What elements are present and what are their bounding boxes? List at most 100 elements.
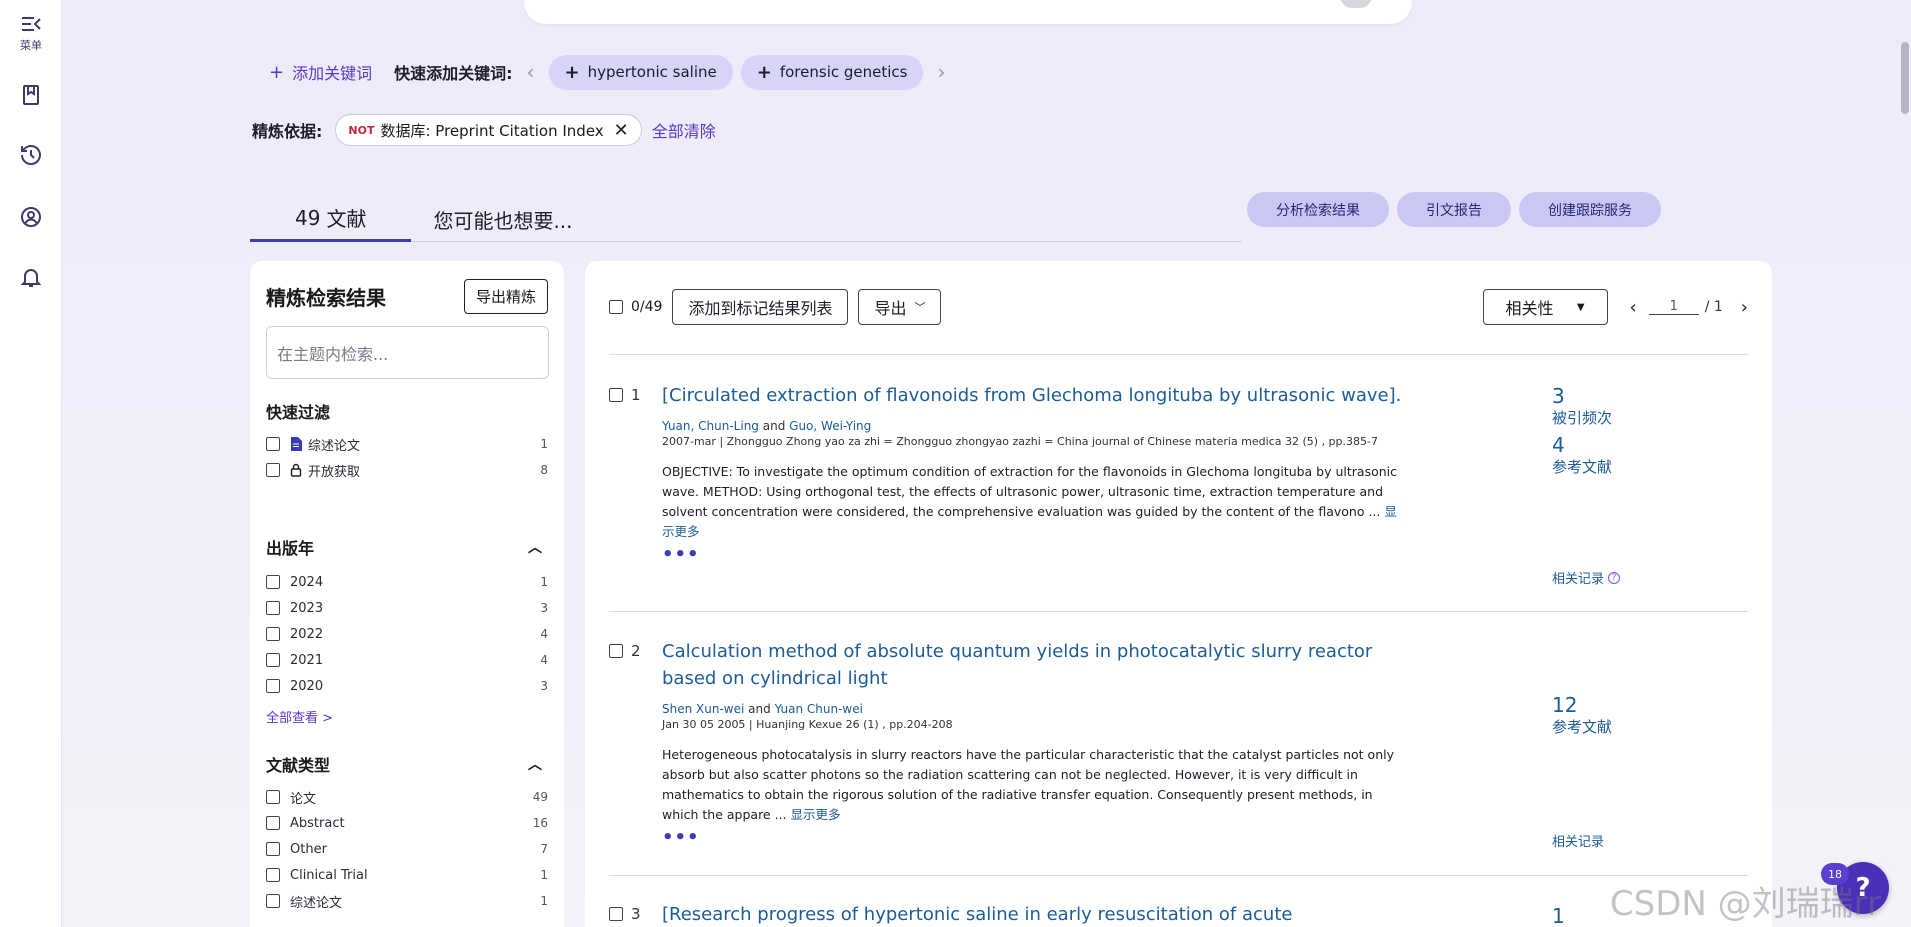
checkbox[interactable] — [266, 463, 280, 477]
quick-filter-label: 开放获取 — [308, 464, 361, 480]
add-keyword-link[interactable]: + 添加关键词 — [269, 60, 372, 84]
checkbox[interactable] — [609, 300, 623, 314]
refs-count[interactable]: 4 — [1552, 434, 1692, 456]
quick-filter-count: 8 — [540, 463, 548, 477]
keyword-chip[interactable]: + forensic genetics — [740, 54, 924, 90]
refine-search-input[interactable]: 在主题内检索... — [266, 326, 549, 379]
export-refine-button[interactable]: 导出精炼 — [463, 279, 548, 314]
doctype-label: Clinical Trial — [290, 867, 368, 883]
doctype-section-title[interactable]: 文献类型 ︿ — [266, 752, 548, 776]
checkbox[interactable] — [266, 437, 280, 451]
related-records-link[interactable]: 相关记录? — [1552, 568, 1621, 587]
help-icon[interactable]: ? — [1608, 571, 1621, 584]
doctype-item[interactable]: 综述论文 1 — [266, 888, 548, 914]
record-title[interactable]: [Circulated extraction of flavonoids fro… — [662, 382, 1402, 409]
alerts-button[interactable] — [0, 265, 62, 289]
next-page-icon[interactable]: › — [1741, 297, 1748, 318]
marked-list-button[interactable] — [0, 83, 62, 107]
close-icon[interactable]: ✕ — [614, 120, 629, 141]
year-item[interactable]: 2022 4 — [266, 621, 548, 647]
search-bar[interactable] — [524, 0, 1412, 24]
doctype-count: 1 — [540, 868, 548, 882]
page-input[interactable]: 1 — [1648, 299, 1699, 315]
more-options-icon[interactable]: ••• — [662, 544, 1402, 565]
checkbox[interactable] — [266, 601, 280, 615]
record-title[interactable]: [Research progress of hypertonic saline … — [662, 901, 1402, 927]
author-link[interactable]: Shen Xun-wei — [662, 702, 744, 716]
doctype-item[interactable]: Other 7 — [266, 836, 548, 862]
doctype-item[interactable]: 论文 49 — [266, 784, 548, 810]
more-options-icon[interactable]: ••• — [662, 827, 1402, 848]
sort-select[interactable]: 相关性 ▼ — [1482, 289, 1608, 325]
chevron-up-icon[interactable]: ︿ — [528, 537, 542, 557]
analyze-results-button[interactable]: 分析检索结果 — [1247, 192, 1389, 227]
refs-label[interactable]: 参考文献 — [1552, 716, 1692, 737]
record-number: 3 — [631, 905, 641, 923]
doctype-item[interactable]: Abstract 16 — [266, 810, 548, 836]
related-records-link[interactable]: 相关记录 — [1552, 831, 1604, 850]
record-title[interactable]: Calculation method of absolute quantum y… — [662, 638, 1402, 692]
active-filter-pill[interactable]: NOT 数据库: Preprint Citation Index ✕ — [335, 114, 642, 146]
doctype-count: 7 — [540, 842, 548, 856]
chevron-right-icon[interactable]: › — [937, 60, 945, 84]
clear-all-link[interactable]: 全部清除 — [652, 118, 716, 142]
search-button[interactable] — [1340, 0, 1372, 8]
record-number: 1 — [631, 386, 641, 404]
abstract-text: Heterogeneous photocatalysis in slurry r… — [662, 747, 1394, 822]
main-area: + 添加关键词 快速添加关键词: ‹ + hypertonic saline +… — [62, 0, 1911, 927]
chevron-left-icon[interactable]: ‹ — [527, 60, 535, 84]
checkbox[interactable] — [609, 644, 623, 658]
results-panel: 0/49 添加到标记结果列表 导出 ﹀ 相关性 ▼ ‹ 1 / 1 › 1 [C… — [585, 261, 1772, 927]
checkbox[interactable] — [266, 816, 280, 830]
year-item[interactable]: 2021 4 — [266, 647, 548, 673]
refine-label: 精炼依据: — [252, 122, 323, 141]
quick-filter-item[interactable]: 综述论文 1 — [266, 431, 548, 457]
year-item[interactable]: 2024 1 — [266, 569, 548, 595]
year-item[interactable]: 2023 3 — [266, 595, 548, 621]
checkbox[interactable] — [609, 388, 623, 402]
select-all[interactable]: 0/49 — [609, 299, 662, 315]
keyword-chip-label: forensic genetics — [779, 63, 908, 81]
year-item[interactable]: 2020 3 — [266, 673, 548, 699]
chevron-up-icon[interactable]: ︿ — [528, 754, 542, 774]
checkbox[interactable] — [266, 790, 280, 804]
refs-label[interactable]: 参考文献 — [1552, 456, 1692, 477]
author-link[interactable]: Yuan Chun-wei — [775, 702, 863, 716]
quick-filter-item[interactable]: 开放获取 8 — [266, 457, 548, 483]
author-link[interactable]: Guo, Wei-Ying — [789, 419, 871, 433]
doctype-item[interactable]: Clinical Trial 1 — [266, 862, 548, 888]
checkbox[interactable] — [266, 868, 280, 882]
menu-button[interactable]: 菜单 — [0, 12, 62, 53]
checkbox[interactable] — [266, 653, 280, 667]
cited-count[interactable]: 3 — [1552, 385, 1692, 407]
abstract-text: OBJECTIVE: To investigate the optimum co… — [662, 464, 1398, 519]
record-authors: Yuan, Chun-Ling and Guo, Wei-Ying — [662, 419, 1402, 433]
refs-count[interactable]: 12 — [1552, 694, 1692, 716]
tab-you-may-like[interactable]: 您可能也想要... — [411, 196, 594, 242]
keyword-chip[interactable]: + hypertonic saline — [548, 54, 733, 90]
show-more-link[interactable]: 显示更多 — [791, 807, 841, 822]
plus-icon: + — [564, 61, 580, 83]
checkbox[interactable] — [266, 842, 280, 856]
add-to-marked-button[interactable]: 添加到标记结果列表 — [672, 289, 849, 325]
create-alert-button[interactable]: 创建跟踪服务 — [1519, 192, 1661, 227]
record-pubinfo: Jan 30 05 2005 | Huanjing Kexue 26 (1) ,… — [662, 718, 953, 731]
author-link[interactable]: Yuan, Chun-Ling — [662, 419, 759, 433]
citation-report-button[interactable]: 引文报告 — [1397, 192, 1511, 227]
plus-icon: + — [269, 61, 285, 83]
checkbox[interactable] — [266, 575, 280, 589]
checkbox[interactable] — [609, 907, 623, 921]
export-button[interactable]: 导出 ﹀ — [858, 289, 942, 325]
record-abstract: OBJECTIVE: To investigate the optimum co… — [662, 462, 1402, 542]
tab-documents[interactable]: 49 文献 — [250, 196, 412, 242]
profile-button[interactable] — [0, 205, 62, 229]
year-section-title[interactable]: 出版年 ︿ — [266, 535, 548, 559]
history-button[interactable] — [0, 143, 62, 167]
prev-page-icon[interactable]: ‹ — [1630, 297, 1637, 318]
checkbox[interactable] — [266, 894, 280, 908]
page-scrollbar[interactable] — [1901, 42, 1909, 114]
checkbox[interactable] — [266, 627, 280, 641]
cited-label[interactable]: 被引频次 — [1552, 407, 1692, 428]
see-all-years-link[interactable]: 全部查看 > — [266, 707, 548, 726]
checkbox[interactable] — [266, 679, 280, 693]
